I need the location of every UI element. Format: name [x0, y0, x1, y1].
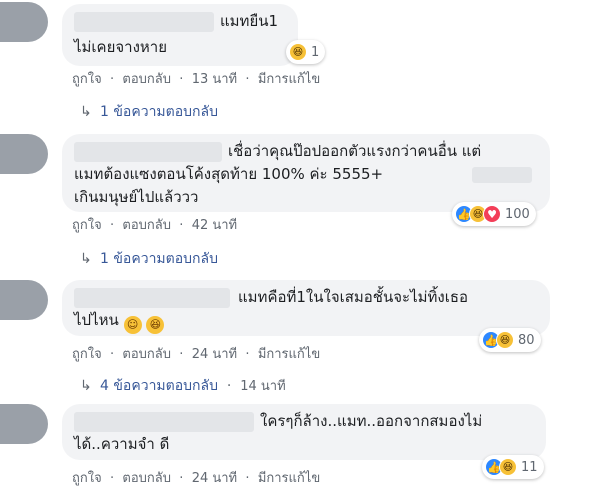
love-icon: ♥ [483, 205, 501, 223]
redacted-author-name [74, 412, 254, 432]
reaction-summary[interactable]: 😆 1 [286, 40, 326, 64]
timestamp[interactable]: 13 นาที [192, 68, 237, 89]
replies-count-label: 1 ข้อความตอบกลับ [100, 104, 218, 120]
comment-text-line: แมทคือที่1ในใจเสมอชั้นจะไม่ทิ้งเธอ [238, 288, 469, 306]
separator: · [105, 72, 119, 87]
comment-text-line: ไม่เคยจางหาย [74, 38, 168, 56]
reply-link[interactable]: ตอบกลับ [122, 343, 171, 364]
reply-arrow-icon: ↳ [80, 104, 92, 120]
rofl-emoji-icon: 😆 [146, 316, 165, 334]
avatar[interactable] [0, 2, 48, 42]
reaction-summary[interactable]: 👍 😆 80 [479, 328, 541, 352]
replies-count-label: 4 ข้อความตอบกลับ [100, 378, 218, 394]
reaction-count: 100 [505, 206, 530, 222]
avatar[interactable] [0, 134, 48, 174]
timestamp[interactable]: 42 นาที [192, 214, 237, 235]
reaction-count: 80 [518, 332, 535, 348]
separator: · [105, 347, 119, 362]
replies-timestamp: 14 นาที [240, 379, 286, 394]
separator: · [175, 72, 188, 87]
replies-count-label: 1 ข้อความตอบกลับ [100, 251, 218, 267]
separator: · [241, 347, 254, 362]
reply-arrow-icon: ↳ [80, 378, 92, 394]
like-link[interactable]: ถูกใจ [72, 68, 102, 89]
reply-arrow-icon: ↳ [80, 251, 92, 267]
haha-icon: 😆 [289, 43, 307, 61]
edited-label[interactable]: มีการแก้ไข [258, 68, 320, 89]
separator: · [241, 471, 254, 486]
reaction-summary[interactable]: 👍 😆 11 [482, 455, 544, 479]
timestamp[interactable]: 24 นาที [192, 343, 237, 364]
separator: · [105, 218, 119, 233]
reaction-summary[interactable]: 👍 😆 ♥ 100 [452, 202, 536, 226]
reply-link[interactable]: ตอบกลับ [122, 214, 171, 235]
reaction-count: 11 [521, 459, 538, 475]
separator: · [175, 218, 188, 233]
comment-text-line: ไปไหน [74, 311, 119, 329]
redacted-author-name [74, 142, 222, 162]
comment-text-line: ใครๆก็ล้าง..แมท..ออกจากสมองไม่ [260, 412, 483, 430]
edited-label[interactable]: มีการแก้ไข [258, 343, 320, 364]
separator: · [175, 347, 188, 362]
like-link[interactable]: ถูกใจ [72, 467, 102, 488]
reply-link[interactable]: ตอบกลับ [122, 68, 171, 89]
redacted-author-name [74, 288, 230, 308]
comment-text-line: เกินมนุษย์ไปแล้ววว [74, 188, 199, 206]
like-link[interactable]: ถูกใจ [72, 214, 102, 235]
redacted-text [472, 167, 532, 183]
comment-actions: ถูกใจ · ตอบกลับ · 24 นาที · มีการแก้ไข [72, 343, 320, 364]
comment-actions: ถูกใจ · ตอบกลับ · 24 นาที · มีการแก้ไข [72, 467, 320, 488]
like-link[interactable]: ถูกใจ [72, 343, 102, 364]
comment-text-line: เชื่อว่าคุณป๊อปออกตัวแรงกว่าคนอื่น แต่ [228, 142, 482, 160]
edited-label[interactable]: มีการแก้ไข [258, 467, 320, 488]
redacted-author-name [74, 12, 214, 32]
separator: · [241, 72, 254, 87]
view-replies-link[interactable]: ↳ 1 ข้อความตอบกลับ [80, 248, 218, 270]
comment-bubble: แมทยืน1 ไม่เคยจางหาย [62, 4, 298, 66]
separator: · [105, 471, 119, 486]
comment-text-line: ไปไหน ☺ 😆 [74, 309, 165, 334]
view-replies-link[interactable]: ↳ 4 ข้อความตอบกลับ · 14 นาที [80, 375, 286, 397]
haha-icon: 😆 [499, 458, 517, 476]
comment-bubble: ใครๆก็ล้าง..แมท..ออกจากสมองไม่ ได้..ความ… [62, 404, 546, 460]
haha-icon: 😆 [496, 331, 514, 349]
separator: · [175, 471, 188, 486]
avatar[interactable] [0, 404, 48, 444]
comment-bubble: เชื่อว่าคุณป๊อปออกตัวแรงกว่าคนอื่น แต่ แ… [62, 134, 550, 212]
view-replies-link[interactable]: ↳ 1 ข้อความตอบกลับ [80, 101, 218, 123]
separator: · [222, 378, 236, 394]
comment-text-line: แมทยืน1 [220, 12, 279, 30]
grinning-emoji-icon: ☺ [123, 316, 142, 334]
comment-text-line: แมทต้องแซงตอนโค้งสุดท้าย 100% ค่ะ 5555+ [74, 165, 384, 183]
comment-actions: ถูกใจ · ตอบกลับ · 13 นาที · มีการแก้ไข [72, 68, 320, 89]
reaction-count: 1 [311, 44, 320, 60]
comment-bubble: แมทคือที่1ในใจเสมอชั้นจะไม่ทิ้งเธอ ไปไหน… [62, 280, 550, 336]
timestamp[interactable]: 24 นาที [192, 467, 237, 488]
comment-text-line: ได้..ความจำ ดี [74, 435, 170, 453]
comment-actions: ถูกใจ · ตอบกลับ · 42 นาที [72, 214, 237, 235]
avatar[interactable] [0, 280, 48, 320]
reply-link[interactable]: ตอบกลับ [122, 467, 171, 488]
